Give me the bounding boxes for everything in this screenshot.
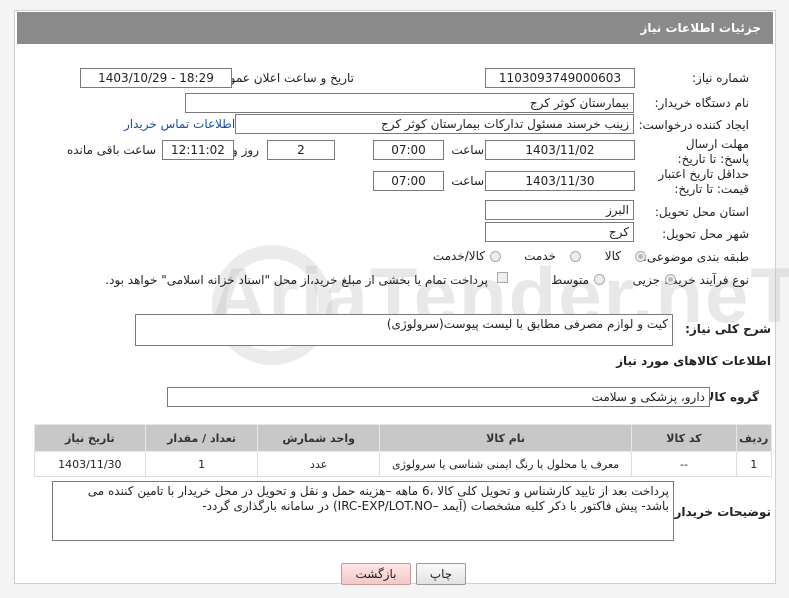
category-option-goods-service: کالا/خدمت xyxy=(432,249,485,263)
treasury-payment-checkbox[interactable] xyxy=(497,272,508,283)
validity-time-label: ساعت xyxy=(451,174,484,188)
col-header-item-name: نام کالا xyxy=(378,424,633,452)
goods-info-title: اطلاعات کالاهای مورد نیاز xyxy=(616,354,771,368)
buyer-notes-field: پرداخت بعد از تایید کارشناس و تحویل کلی … xyxy=(52,481,674,541)
cell-item-name: معرف یا محلول یا رنگ ایمنی شناسی یا سرول… xyxy=(378,451,633,477)
buyer-org-field: بیمارستان کوثر کرج xyxy=(185,93,634,113)
city-label: شهر محل تحویل: xyxy=(662,227,749,241)
category-radio-goods[interactable] xyxy=(635,251,646,262)
back-button[interactable]: بازگشت xyxy=(341,563,411,585)
days-remaining-field: 2 xyxy=(267,140,335,160)
table-header-row: ردیف کد کالا نام کالا واحد شمارش تعداد /… xyxy=(34,424,773,452)
validity-time-field: 07:00 xyxy=(373,171,444,191)
summary-label: شرح کلی نیاز: xyxy=(685,322,771,336)
deadline-time-label: ساعت xyxy=(451,143,484,157)
goods-group-field: دارو، پزشکی و سلامت xyxy=(167,387,710,407)
col-header-quantity: تعداد / مقدار xyxy=(144,424,259,452)
province-label: استان محل تحویل: xyxy=(654,205,749,219)
deadline-date-field: 1403/11/02 xyxy=(485,140,635,160)
col-header-unit: واحد شمارش xyxy=(257,424,380,452)
remaining-label: ساعت باقی مانده xyxy=(66,143,156,157)
creator-field: زینب خرسند مسئول تدارکات بیمارستان کوثر … xyxy=(235,114,634,134)
cell-row-number: 1 xyxy=(735,451,773,477)
buyer-org-label: نام دستگاه خریدار: xyxy=(654,96,750,110)
category-radio-service[interactable] xyxy=(570,251,581,262)
need-number-label: شماره نیاز: xyxy=(692,71,749,85)
deadline-label: مهلت ارسال پاسخ: تا تاریخ: xyxy=(677,137,749,166)
deadline-time-field: 07:00 xyxy=(373,140,444,160)
process-option-minor: جزیی xyxy=(632,273,660,287)
process-radio-minor[interactable] xyxy=(665,274,676,285)
process-label: نوع فرآیند خرید : xyxy=(664,273,749,287)
validity-label: حداقل تاریخ اعتبار قیمت: تا تاریخ: xyxy=(658,167,749,196)
treasury-payment-note: پرداخت تمام یا بخشی از مبلغ خرید،از محل … xyxy=(105,273,488,287)
col-header-need-date: تاریخ نیاز xyxy=(34,424,146,452)
creator-label: ایجاد کننده درخواست: xyxy=(638,118,749,132)
process-option-medium: متوسط xyxy=(551,273,589,287)
need-number-field: 1103093749000603 xyxy=(485,68,635,88)
cell-need-date: 1403/11/30 xyxy=(34,451,146,477)
buyer-notes-label: توضیحات خریدار: xyxy=(669,505,771,519)
days-label: روز و xyxy=(232,143,259,157)
validity-date-field: 1403/11/30 xyxy=(485,171,635,191)
category-option-service: خدمت xyxy=(524,249,556,263)
cell-unit: عدد xyxy=(257,451,380,477)
remaining-time-field: 12:11:02 xyxy=(162,140,234,160)
announce-field: 1403/10/29 - 18:29 xyxy=(80,68,232,88)
print-button[interactable]: چاپ xyxy=(416,563,466,585)
col-header-item-code: کد کالا xyxy=(631,424,737,452)
page-title: جزئیات اطلاعات نیاز xyxy=(640,21,761,35)
category-label: طبقه بندی موضوعی: xyxy=(642,250,749,264)
table-row: 1 -- معرف یا محلول یا رنگ ایمنی شناسی یا… xyxy=(34,451,773,477)
summary-field: کیت و لوازم مصرفی مطابق با لیست پیوست(سر… xyxy=(135,314,673,346)
category-radio-goods-service[interactable] xyxy=(490,251,501,262)
city-field: کرج xyxy=(485,222,634,242)
items-table: ردیف کد کالا نام کالا واحد شمارش تعداد /… xyxy=(34,424,773,477)
process-radio-medium[interactable] xyxy=(594,274,605,285)
page-header: جزئیات اطلاعات نیاز xyxy=(17,12,773,44)
cell-item-code: -- xyxy=(631,451,737,477)
buyer-contact-link[interactable]: اطلاعات تماس خریدار xyxy=(124,117,235,131)
cell-quantity: 1 xyxy=(144,451,259,477)
category-option-goods: کالا xyxy=(604,249,621,263)
col-header-row-number: ردیف xyxy=(735,424,773,452)
province-field: البرز xyxy=(485,200,634,220)
